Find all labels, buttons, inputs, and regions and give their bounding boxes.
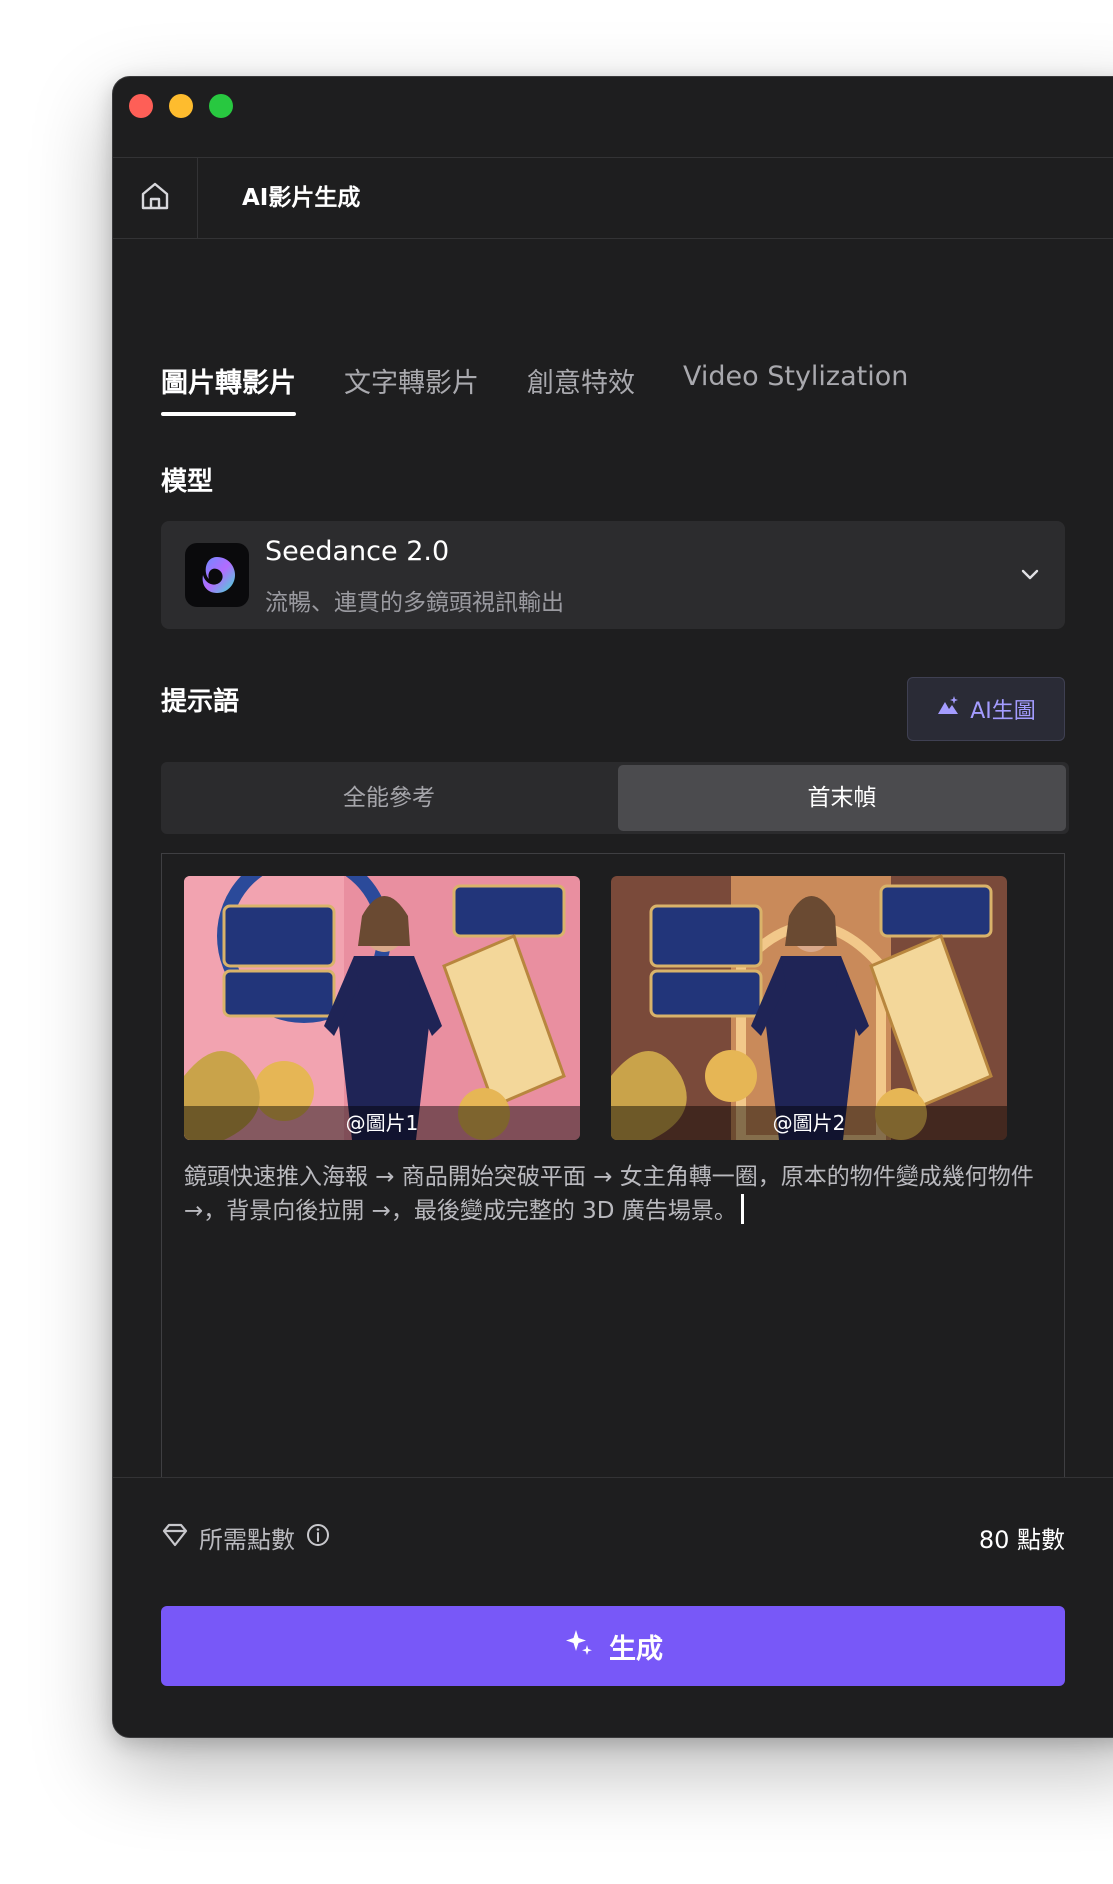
- app-window: AI影片生成 圖片轉影片 文字轉影片 創意特效 Video Stylizatio…: [112, 76, 1113, 1738]
- reference-image-1[interactable]: @圖片1: [184, 876, 580, 1140]
- app-header: AI影片生成: [113, 158, 1113, 239]
- footer-panel: 所需點數 80 點數 生成: [113, 1477, 1113, 1737]
- segment-first-last-frame[interactable]: 首末幀: [618, 765, 1066, 831]
- home-icon: [139, 180, 171, 216]
- required-points-label: 所需點數: [199, 1526, 295, 1554]
- tab-image-to-video[interactable]: 圖片轉影片: [161, 361, 296, 416]
- seedance-logo-icon: [185, 543, 249, 607]
- info-icon[interactable]: [305, 1522, 331, 1554]
- prompt-mode-segment: 全能參考 首末幀: [161, 762, 1069, 834]
- minimize-window-button[interactable]: [169, 94, 193, 118]
- home-button[interactable]: [113, 158, 198, 238]
- prompt-text-content: 鏡頭快速推入海報 → 商品開始突破平面 → 女主角轉一圈，原本的物件變成幾何物件…: [184, 1164, 1034, 1224]
- maximize-window-button[interactable]: [209, 94, 233, 118]
- prompt-text[interactable]: 鏡頭快速推入海報 → 商品開始突破平面 → 女主角轉一圈，原本的物件變成幾何物件…: [184, 1160, 1046, 1228]
- title-bar: [113, 77, 1113, 158]
- diamond-icon: [161, 1521, 189, 1555]
- model-name: Seedance 2.0: [265, 536, 450, 567]
- reference-image-2-label: @圖片2: [611, 1106, 1007, 1140]
- reference-image-2[interactable]: @圖片2: [611, 876, 1007, 1140]
- tab-text-to-video[interactable]: 文字轉影片: [344, 361, 479, 416]
- model-dropdown[interactable]: Seedance 2.0 流暢、連貫的多鏡頭視訊輸出: [161, 521, 1065, 629]
- reference-image-1-label: @圖片1: [184, 1106, 580, 1140]
- model-section-label: 模型: [161, 467, 214, 497]
- required-points: 所需點數: [161, 1520, 331, 1555]
- text-caret: [740, 1194, 744, 1224]
- mode-tabs: 圖片轉影片 文字轉影片 創意特效 Video Stylization: [161, 361, 908, 416]
- ai-generate-image-button[interactable]: AI生圖: [907, 677, 1065, 741]
- generate-button[interactable]: 生成: [161, 1606, 1065, 1686]
- generate-button-label: 生成: [609, 1633, 663, 1665]
- tab-creative-effects[interactable]: 創意特效: [527, 361, 635, 416]
- sparkle-icon: [563, 1627, 595, 1666]
- prompt-section-label: 提示語: [161, 687, 240, 717]
- page-title: AI影片生成: [242, 185, 361, 211]
- chevron-down-icon: [1017, 561, 1043, 591]
- points-value: 80 點數: [978, 1526, 1065, 1554]
- tab-video-stylization[interactable]: Video Stylization: [683, 361, 908, 416]
- model-description: 流暢、連貫的多鏡頭視訊輸出: [265, 590, 564, 616]
- close-window-button[interactable]: [129, 94, 153, 118]
- segment-all-reference[interactable]: 全能參考: [164, 765, 614, 831]
- ai-generate-image-label: AI生圖: [970, 699, 1036, 724]
- ai-image-icon: [936, 694, 960, 724]
